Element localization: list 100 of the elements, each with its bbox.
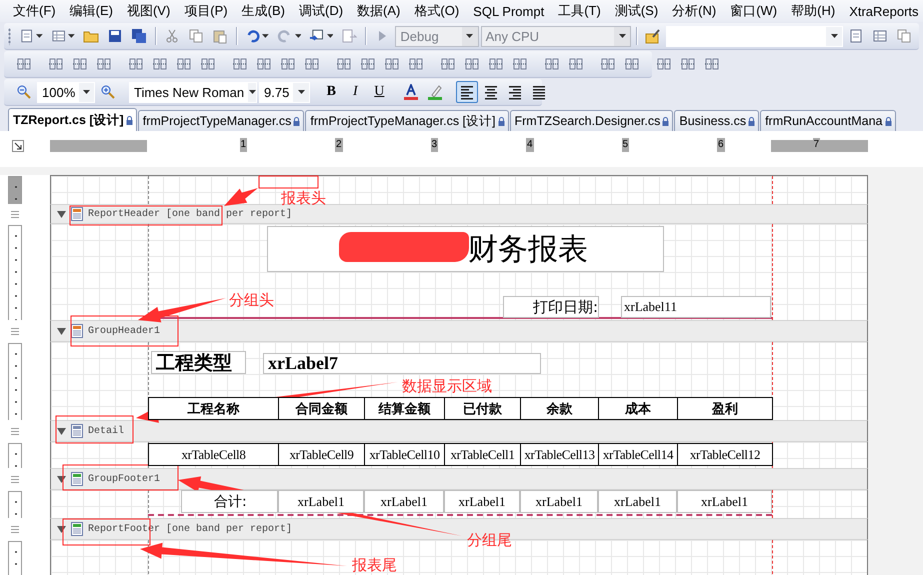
table-header-cell: 已付款 bbox=[445, 397, 521, 420]
total-value: xrLabel1 bbox=[364, 490, 444, 513]
menu-item[interactable]: 编辑(E) bbox=[62, 2, 120, 20]
band-caption: Detail bbox=[88, 426, 124, 436]
band-header-bar[interactable]: Detail bbox=[50, 420, 868, 442]
menu-item[interactable]: 生成(B) bbox=[234, 2, 292, 20]
annotation-arrow bbox=[224, 188, 258, 206]
document-tab[interactable]: frmProjectTypeManager.cs [设计] bbox=[305, 110, 508, 131]
layout-tool-icon bbox=[176, 56, 192, 72]
band-icon bbox=[71, 472, 83, 486]
table-header-cell: 成本 bbox=[599, 397, 678, 420]
table-cell: xrTableCell12 bbox=[678, 443, 773, 466]
caret-icon bbox=[262, 34, 270, 38]
grip-icon[interactable] bbox=[11, 428, 19, 434]
band-header-bar[interactable]: GroupHeader1 bbox=[50, 320, 868, 342]
caret-icon bbox=[830, 34, 838, 38]
total-value: xrLabel1 bbox=[444, 490, 520, 513]
total-label: 合计: bbox=[181, 490, 278, 513]
menu-item[interactable]: 工具(T) bbox=[551, 2, 608, 20]
collapse-triangle-icon[interactable] bbox=[57, 328, 66, 334]
collapse-triangle-icon[interactable] bbox=[57, 476, 66, 482]
collapse-triangle-icon[interactable] bbox=[57, 526, 66, 532]
menu-item[interactable]: 帮助(H) bbox=[784, 2, 842, 20]
font-dropdown[interactable]: Times New Roman bbox=[129, 82, 257, 102]
collapse-triangle-icon[interactable] bbox=[57, 428, 66, 434]
annotation-label: 报表头 bbox=[281, 189, 326, 207]
table-cell: xrTableCell1 bbox=[445, 443, 521, 466]
font-size-dropdown[interactable]: 9.75 bbox=[259, 82, 310, 102]
pen-color-icon bbox=[427, 84, 444, 100]
document-tab[interactable]: Business.cs bbox=[674, 110, 760, 131]
caret-icon bbox=[248, 90, 256, 94]
document-tab[interactable]: frmProjectTypeManager.cs bbox=[138, 110, 304, 131]
document-tab[interactable]: frmRunAccountMana bbox=[760, 110, 896, 131]
annotation-label: 报表尾 bbox=[352, 556, 397, 574]
floppy-disks-icon bbox=[131, 28, 148, 44]
corner-arrow-icon bbox=[12, 140, 24, 152]
annotation-label: 数据显示区域 bbox=[402, 377, 492, 395]
grip-icon[interactable] bbox=[11, 526, 19, 532]
table-icon bbox=[872, 28, 888, 44]
layout-tool-icon bbox=[464, 56, 480, 72]
menu-item[interactable]: 文件(F) bbox=[6, 2, 63, 20]
align-right-icon bbox=[507, 84, 524, 100]
lock-icon bbox=[884, 116, 892, 126]
band-header-bar[interactable]: GroupFooter1 bbox=[50, 468, 868, 490]
band-caption: ReportHeader [one band per report] bbox=[88, 208, 292, 220]
layout-tool-icon bbox=[488, 56, 504, 72]
grip-icon[interactable] bbox=[11, 210, 19, 218]
align-button[interactable] bbox=[456, 81, 478, 103]
folder-wrench-icon bbox=[645, 28, 662, 44]
page-arrow-icon bbox=[341, 28, 358, 44]
document-icon bbox=[848, 28, 864, 44]
highlight-frame bbox=[258, 176, 318, 188]
vertical-ruler bbox=[8, 176, 22, 205]
caret-icon bbox=[466, 34, 474, 38]
zoom-dropdown[interactable]: 100% bbox=[37, 82, 95, 102]
table-icon bbox=[51, 28, 66, 44]
scissors-icon bbox=[164, 28, 180, 44]
text-style-button[interactable]: U bbox=[368, 81, 390, 103]
band-header-bar[interactable]: ReportHeader [one band per report] bbox=[50, 204, 868, 224]
table-header-cell: 工程名称 bbox=[149, 397, 279, 420]
text-style-button[interactable]: B bbox=[320, 81, 342, 103]
layout-tool-icon bbox=[408, 56, 424, 72]
layout-tool-icon bbox=[336, 56, 352, 72]
menu-item[interactable]: 视图(V) bbox=[120, 2, 178, 20]
menu-item[interactable]: 分析(N) bbox=[665, 2, 724, 20]
caret-icon bbox=[326, 34, 334, 38]
menu-item[interactable]: 数据(A) bbox=[350, 2, 408, 20]
band-icon bbox=[71, 207, 83, 221]
band-icon bbox=[71, 522, 83, 536]
letter-color-icon bbox=[403, 84, 420, 100]
ruler-number: 6 bbox=[717, 138, 725, 152]
document-tab[interactable]: TZReport.cs [设计] bbox=[8, 108, 137, 131]
menu-item[interactable]: 测试(S) bbox=[608, 2, 666, 20]
group-label: 工程类型 bbox=[151, 351, 246, 374]
text-style-button[interactable]: I bbox=[344, 81, 366, 103]
layout-tool-icon bbox=[544, 56, 560, 72]
grip-icon[interactable] bbox=[11, 476, 19, 482]
collapse-triangle-icon[interactable] bbox=[57, 210, 66, 218]
caret-icon bbox=[294, 34, 302, 38]
lock-icon bbox=[293, 116, 300, 126]
caret-icon bbox=[83, 90, 90, 94]
ruler-number: 4 bbox=[526, 138, 534, 152]
total-value: xrLabel1 bbox=[598, 490, 677, 513]
menu-item[interactable]: 窗口(W) bbox=[723, 2, 784, 20]
grip-icon[interactable] bbox=[11, 328, 19, 334]
layout-tool-icon bbox=[624, 56, 640, 72]
menu-item[interactable]: 格式(O) bbox=[407, 2, 466, 20]
menu-item[interactable]: 项目(P) bbox=[177, 2, 235, 20]
band-icon bbox=[71, 424, 83, 438]
table-cell: xrTableCell10 bbox=[365, 443, 445, 466]
band-caption: GroupHeader1 bbox=[88, 326, 160, 336]
caret-icon bbox=[68, 34, 76, 38]
document-tab[interactable]: FrmTZSearch.Designer.cs bbox=[510, 110, 674, 131]
menu-item[interactable]: SQL Prompt bbox=[466, 4, 552, 18]
zoom-out-icon bbox=[16, 84, 32, 100]
menu-item[interactable]: XtraReports bbox=[842, 4, 923, 18]
layout-tool-icon bbox=[440, 56, 456, 72]
copy-icon bbox=[188, 28, 204, 44]
menu-item[interactable]: 调试(D) bbox=[292, 2, 350, 20]
annotation-label: 分组头 bbox=[229, 291, 274, 309]
